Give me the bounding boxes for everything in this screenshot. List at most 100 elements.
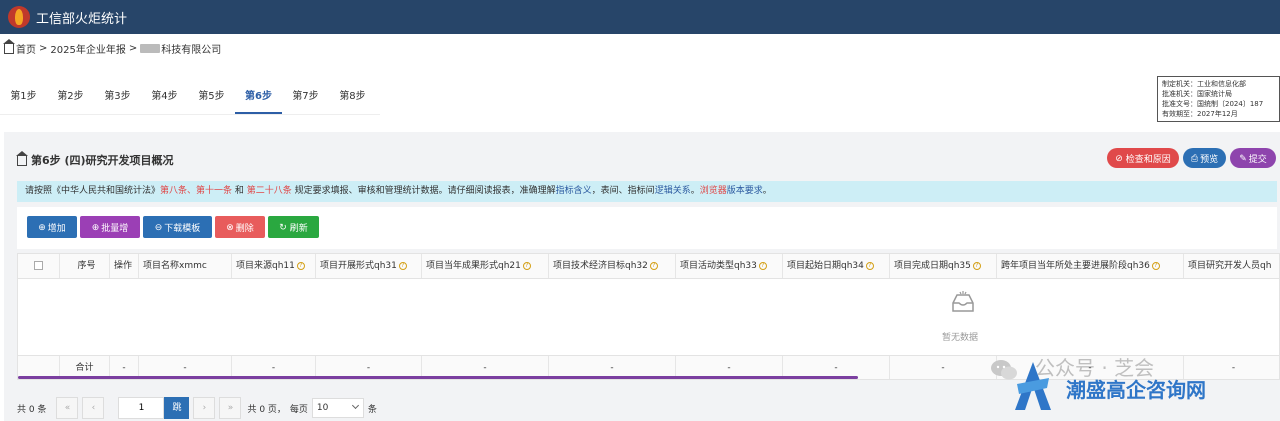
column-header-with-help[interactable]: 项目来源qh11?	[232, 254, 316, 278]
total-pages-text: 共 0 页，	[247, 404, 286, 415]
help-icon[interactable]: ?	[758, 261, 767, 270]
preview-button[interactable]: ⎙ 预览	[1183, 148, 1226, 168]
breadcrumb-company: 科技有限公司	[161, 44, 222, 56]
help-icon[interactable]: ?	[398, 261, 407, 270]
column-header-with-help[interactable]: 跨年项目当年所处主要进展阶段qh36?	[997, 254, 1184, 278]
delete-button[interactable]: ⊗ 删除	[215, 216, 265, 238]
breadcrumb-report[interactable]: 2025年企业年报	[50, 41, 125, 56]
info-line: 批准文号：国统制〔2024〕187	[1162, 100, 1264, 108]
submit-button[interactable]: ✎ 提交	[1230, 148, 1276, 168]
home-icon	[3, 39, 15, 54]
go-page-button[interactable]: 跳	[164, 397, 190, 419]
download-template-button[interactable]: ⊖ 下载模板	[143, 216, 212, 238]
indicator-meaning-link[interactable]: 指标含义	[556, 186, 592, 196]
breadcrumb: 首页 > 2025年企业年报 > 科技有限公司	[3, 39, 222, 56]
home-icon	[16, 151, 28, 166]
tab-step-7[interactable]: 第7步	[282, 82, 329, 114]
pagination: 共 0 条 « ‹ 跳 › » 共 0 页， 每页 10 条	[17, 397, 377, 419]
column-header-with-help[interactable]: 项目活动类型qh33?	[676, 254, 783, 278]
step-tabs: 第1步 第2步 第3步 第4步 第5步 第6步 第7步 第8步	[0, 82, 376, 114]
column-header-with-help[interactable]: 项目起始日期qh34?	[783, 254, 890, 278]
law-article-link[interactable]: 第二十八条	[247, 186, 292, 196]
column-header-with-help[interactable]: 项目完成日期qh35?	[890, 254, 997, 278]
plus-circle-icon: ⊕	[91, 221, 100, 232]
column-header-with-help[interactable]: 项目开展形式qh31?	[316, 254, 422, 278]
watermark-logo-icon	[1015, 362, 1051, 410]
page-number-input[interactable]	[118, 397, 165, 419]
tab-step-4[interactable]: 第4步	[141, 82, 188, 114]
notice-banner: 请按照《中华人民共和国统计法》第八条、第十一条 和 第二十八条 规定要求填报、审…	[17, 181, 1277, 202]
per-page-value: 10	[316, 403, 329, 413]
help-icon[interactable]: ?	[296, 261, 305, 270]
help-icon[interactable]: ?	[972, 261, 981, 270]
column-header-text: 项目完成日期qh35	[894, 261, 971, 271]
last-page-button[interactable]: »	[219, 397, 242, 419]
select-all-checkbox[interactable]	[34, 261, 43, 270]
breadcrumb-separator: >	[128, 42, 138, 54]
table-header-row: 序号 操作 项目名称xmmc 项目来源qh11? 项目开展形式qh31? 项目当…	[18, 254, 1279, 279]
help-icon[interactable]: ?	[1151, 261, 1160, 270]
horizontal-scrollbar[interactable]	[18, 376, 858, 379]
select-all-cell	[18, 254, 60, 278]
tab-step-5[interactable]: 第5步	[188, 82, 235, 114]
section-title: 第6步 (四)研究开发项目概况	[16, 151, 174, 168]
help-icon[interactable]: ?	[865, 261, 874, 270]
per-page-label: 每页	[289, 404, 308, 415]
logic-relation-link[interactable]: 逻辑关系	[655, 186, 691, 196]
batch-add-button[interactable]: ⊕ 批量增	[80, 216, 140, 238]
check-label: 检查和原因	[1125, 153, 1171, 164]
delete-label: 删除	[235, 222, 254, 233]
browser-link[interactable]: 浏览器	[700, 186, 727, 196]
column-header-with-help[interactable]: 项目当年成果形式qh21?	[422, 254, 549, 278]
column-header-text: 项目开展形式qh31	[320, 261, 397, 271]
download-template-label: 下载模板	[164, 222, 201, 233]
plus-circle-icon: ⊕	[38, 221, 46, 232]
tab-step-3[interactable]: 第3步	[94, 82, 141, 114]
edit-icon: ✎	[1239, 152, 1247, 163]
add-label: 增加	[47, 222, 66, 233]
per-page-unit: 条	[367, 404, 377, 415]
first-page-button[interactable]: «	[56, 397, 79, 419]
delete-circle-icon: ⊗	[226, 221, 234, 232]
prev-page-button[interactable]: ‹	[82, 397, 105, 419]
column-header: 序号	[60, 254, 110, 278]
info-line: 制定机关：工业和信息化部	[1162, 80, 1246, 88]
tabs-divider	[0, 114, 380, 115]
tab-step-2[interactable]: 第2步	[47, 82, 94, 114]
empty-state-text: 暂无数据	[942, 333, 979, 343]
download-icon: ⊖	[154, 221, 163, 232]
column-header[interactable]: 项目名称xmmc	[139, 254, 232, 278]
help-icon[interactable]: ?	[522, 261, 531, 270]
refresh-icon: ↻	[279, 221, 287, 232]
notice-text: ，表间、指标间	[591, 186, 655, 196]
refresh-label: 刷新	[289, 222, 308, 233]
tab-step-1[interactable]: 第1步	[0, 82, 47, 114]
next-page-button[interactable]: ›	[193, 397, 216, 419]
law-article-link[interactable]: 第八条、第十一条	[160, 186, 232, 196]
breadcrumb-home[interactable]: 首页	[16, 41, 36, 56]
notice-text: 。	[762, 186, 772, 196]
submit-label: 提交	[1248, 153, 1267, 164]
notice-text: 。	[690, 186, 700, 196]
help-icon[interactable]: ?	[649, 261, 658, 270]
version-requirement-link[interactable]: 版本要求	[727, 186, 763, 196]
column-header-text: 项目起始日期qh34	[787, 261, 864, 271]
torch-logo-icon	[8, 6, 30, 28]
form-info-box: 制定机关：工业和信息化部 批准机关：国家统计局 批准文号：国统制〔2024〕18…	[1157, 76, 1280, 122]
add-button[interactable]: ⊕ 增加	[27, 216, 77, 238]
chevron-down-icon	[351, 401, 359, 410]
breadcrumb-separator: >	[39, 42, 48, 54]
column-header-with-help[interactable]: 项目技术经济目标qh32?	[549, 254, 676, 278]
per-page-select[interactable]: 10	[311, 398, 364, 418]
tab-step-6[interactable]: 第6步	[235, 82, 282, 114]
column-header-text: 项目技术经济目标qh32	[553, 261, 648, 271]
column-header-text: 项目活动类型qh33	[680, 261, 757, 271]
column-header[interactable]: 项目研究开发人员qh	[1184, 254, 1279, 278]
column-header-text: 项目来源qh11	[236, 261, 295, 271]
tab-step-8[interactable]: 第8步	[329, 82, 376, 114]
check-button[interactable]: ⊘ 检查和原因	[1107, 148, 1179, 168]
notice-text: 规定要求填报、审核和管理统计数据。请仔细阅读报表，准确理解	[291, 186, 556, 196]
empty-inbox-icon	[952, 291, 974, 312]
refresh-button[interactable]: ↻ 刷新	[268, 216, 319, 238]
batch-add-label: 批量增	[101, 222, 129, 233]
